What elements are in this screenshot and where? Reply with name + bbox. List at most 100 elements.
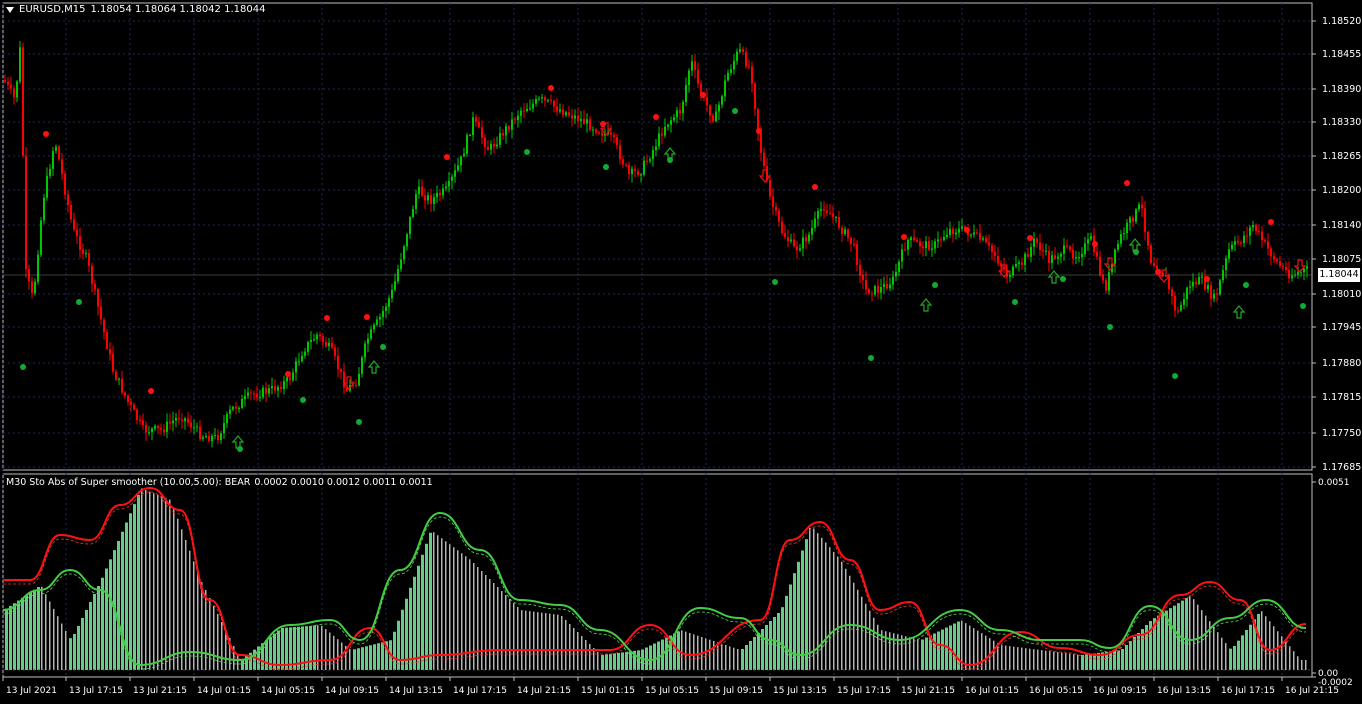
histogram-bar — [1133, 637, 1136, 670]
candle-body — [298, 361, 300, 363]
candle-body — [802, 237, 804, 249]
candle-body — [655, 146, 657, 151]
histogram-bar — [313, 625, 316, 670]
histogram-bar — [801, 550, 804, 670]
candle-body — [988, 242, 990, 246]
candle-body — [736, 51, 738, 61]
candle-body — [1288, 269, 1290, 279]
candle-body — [520, 110, 522, 116]
histogram-bar — [129, 513, 132, 670]
candle-body — [610, 132, 612, 135]
candle-body — [1282, 266, 1284, 268]
histogram-bar — [1173, 605, 1176, 670]
candle-body — [1099, 256, 1101, 275]
candle-body — [457, 165, 459, 171]
candle-body — [124, 392, 126, 396]
histogram-bar — [693, 634, 695, 670]
histogram-bar — [829, 547, 831, 670]
sell-signal-dot — [1155, 269, 1161, 275]
candle-body — [1183, 299, 1185, 305]
candle-body — [979, 232, 981, 240]
histogram-bar — [1225, 643, 1227, 670]
candle-body — [877, 286, 879, 293]
candle-body — [1117, 243, 1119, 250]
histogram-bar — [729, 646, 731, 670]
histogram-bar — [753, 637, 756, 670]
candle-body — [127, 395, 129, 402]
candle-body — [1063, 245, 1065, 254]
histogram-bar — [873, 617, 875, 670]
candle-body — [172, 420, 174, 424]
candle-body — [121, 378, 123, 393]
candle-body — [70, 204, 72, 220]
candle-body — [250, 392, 252, 394]
candle-body — [1258, 231, 1260, 233]
histogram-bar — [185, 540, 187, 670]
histogram-bar — [213, 606, 215, 670]
histogram-bar — [105, 568, 108, 670]
histogram-bar — [85, 610, 88, 670]
histogram-bar — [397, 620, 400, 670]
histogram-bar — [285, 627, 288, 670]
sell-signal-dot — [548, 85, 554, 91]
candle-body — [775, 206, 777, 211]
histogram-bar — [61, 623, 63, 670]
candle-body — [508, 126, 510, 130]
histogram-bar — [953, 623, 956, 670]
histogram-bar — [1193, 599, 1195, 670]
histogram-bar — [1277, 631, 1279, 670]
sell-signal-dot — [964, 227, 970, 233]
candle-body — [1138, 204, 1140, 210]
candle-body — [682, 101, 684, 114]
histogram-bar — [745, 645, 748, 670]
histogram-bar — [549, 613, 551, 670]
histogram-bar — [1297, 656, 1299, 670]
histogram-bar — [381, 642, 384, 670]
histogram-bar — [837, 556, 839, 670]
candle-body — [730, 69, 732, 73]
histogram-bar — [29, 592, 32, 670]
histogram-bar — [937, 631, 940, 670]
price-tick-label: 1.18140 — [1322, 220, 1361, 231]
candle-body — [514, 119, 516, 121]
candle-body — [1102, 274, 1104, 281]
candle-body — [490, 143, 492, 150]
histogram-bar — [489, 579, 491, 670]
candle-body — [61, 159, 63, 175]
candle-body — [424, 195, 426, 201]
histogram-bar — [597, 652, 599, 670]
candle-body — [1219, 280, 1221, 295]
candle-body — [691, 61, 693, 71]
candle-body — [970, 234, 972, 236]
histogram-bar — [1033, 649, 1035, 670]
candle-body — [466, 135, 468, 154]
collapse-triangle-icon[interactable] — [6, 6, 14, 13]
candle-body — [985, 238, 987, 243]
candle-body — [325, 342, 327, 347]
candle-body — [1261, 231, 1263, 241]
candle-body — [943, 236, 945, 240]
histogram-bar — [1137, 633, 1140, 670]
candle-body — [10, 84, 12, 89]
candle-body — [733, 60, 735, 70]
candle-body — [1213, 293, 1215, 299]
chart-window[interactable]: 1.18520 1.18455 1.18390 1.18330 1.18265 1.182… — [0, 0, 1362, 700]
candle-body — [874, 286, 876, 295]
candle-body — [808, 234, 810, 242]
candle-body — [553, 100, 555, 107]
candle-body — [445, 186, 447, 189]
candle-body — [394, 281, 396, 290]
histogram-bar — [25, 595, 28, 670]
histogram-bar — [357, 648, 360, 670]
time-tick-label: 16 Jul 05:15 — [1029, 686, 1083, 696]
histogram-bar — [473, 563, 475, 670]
candle-body — [343, 371, 345, 388]
candle-body — [718, 104, 720, 112]
chart-canvas[interactable]: 1.18520 1.18455 1.18390 1.18330 1.18265 1.182… — [0, 0, 1362, 700]
time-tick-label: 16 Jul 17:15 — [1221, 686, 1275, 696]
candle-body — [82, 249, 84, 254]
candle-body — [1297, 272, 1299, 275]
candle-body — [4, 80, 6, 82]
candle-body — [889, 284, 891, 289]
buy-signal-dot — [603, 164, 609, 170]
